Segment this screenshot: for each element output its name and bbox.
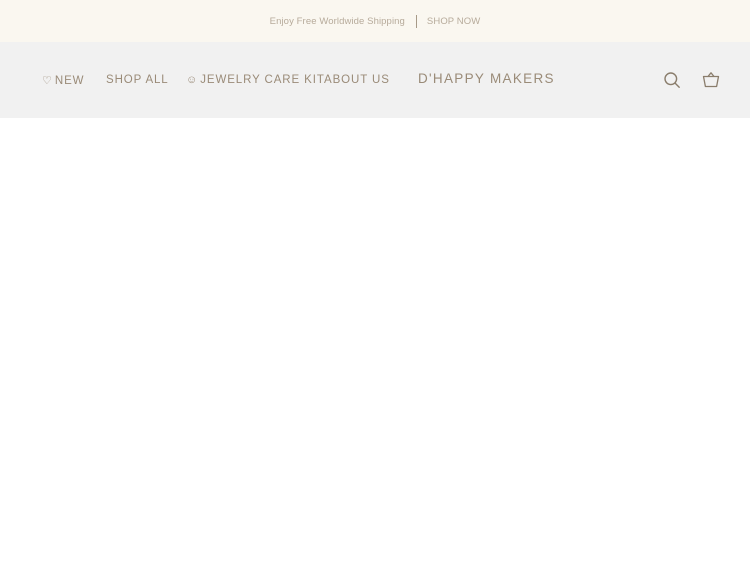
nav-item-jewelry-care-kit[interactable]: ☺ JEWELRY CARE KIT: [186, 74, 325, 86]
nav-item-jewelry-care-kit-label: JEWELRY CARE KIT: [200, 74, 325, 86]
cart-button[interactable]: [702, 71, 720, 89]
nav-item-new-label: NEW: [54, 75, 85, 87]
brand-logo[interactable]: D'HAPPY MAKERS: [418, 71, 555, 86]
nav-item-about-us[interactable]: ABOUT US: [324, 74, 390, 86]
search-icon: [664, 72, 680, 88]
announcement-bar: Enjoy Free Worldwide Shipping SHOP NOW: [0, 0, 750, 42]
heart-icon: ♡: [42, 75, 52, 87]
nav-item-about-us-label: ABOUT US: [324, 74, 390, 86]
announcement-text: Enjoy Free Worldwide Shipping: [269, 15, 405, 27]
search-button[interactable]: [663, 71, 681, 89]
nav-item-new[interactable]: ♡ NEW: [42, 74, 84, 87]
nav-item-shop-all[interactable]: SHOP ALL: [106, 74, 169, 86]
nav-item-shop-all-label: SHOP ALL: [106, 74, 169, 86]
shop-now-link[interactable]: SHOP NOW: [427, 16, 480, 27]
smiley-icon: ☺: [186, 74, 198, 86]
main-content: [0, 118, 750, 563]
site-header: ♡ NEW SHOP ALL ☺ JEWELRY CARE KIT ABOUT US…: [0, 42, 750, 118]
cart-icon: [702, 72, 720, 88]
announcement-divider: [415, 14, 417, 28]
